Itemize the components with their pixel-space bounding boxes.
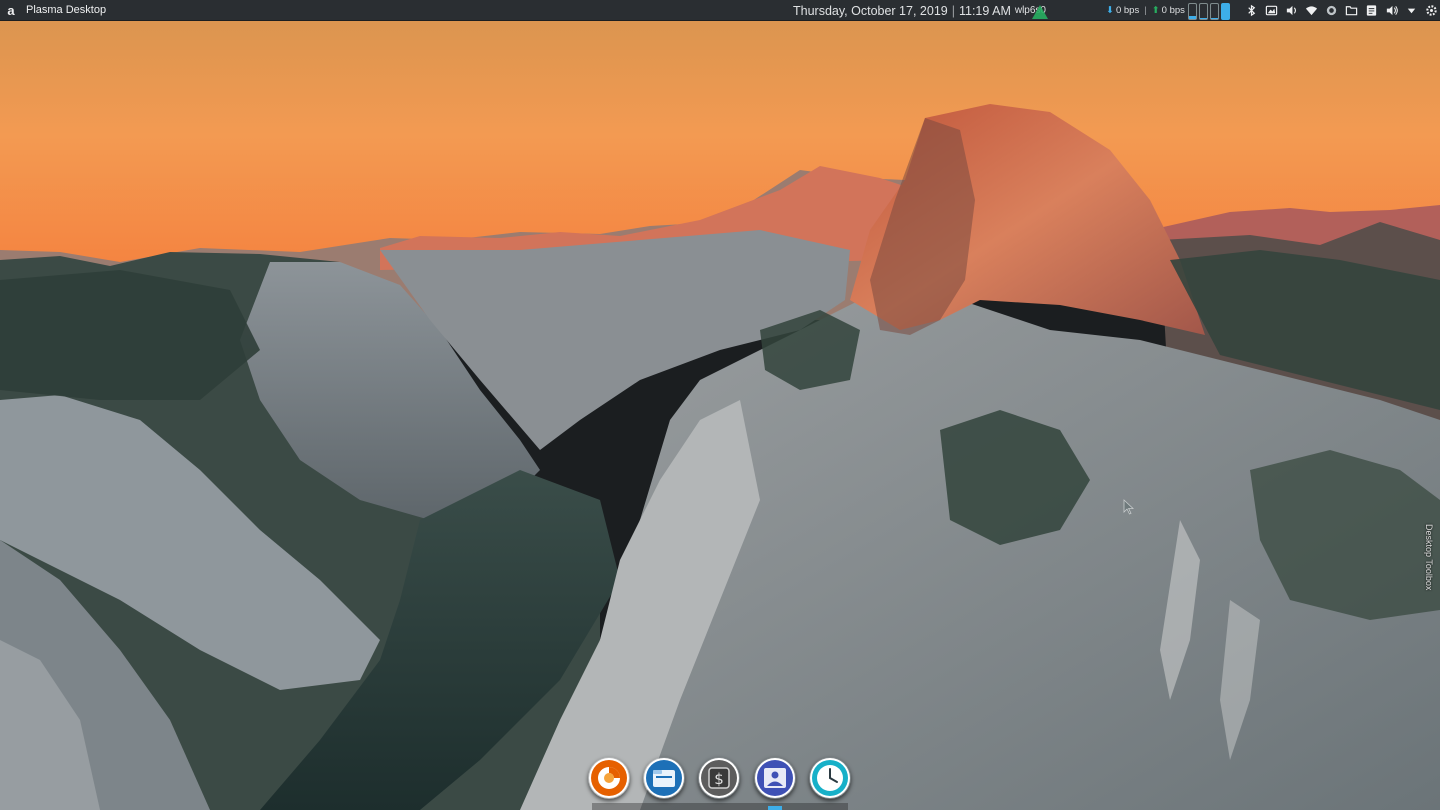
- disk-load-bar: [1221, 3, 1230, 20]
- download-speed: 0 bps: [1115, 5, 1140, 16]
- application-launcher-icon[interactable]: a: [0, 0, 22, 21]
- speed-separator: |: [1144, 5, 1147, 16]
- clock-icon[interactable]: [809, 757, 851, 799]
- active-window-title: Plasma Desktop: [26, 4, 107, 16]
- terminal-icon[interactable]: $: [698, 757, 740, 799]
- digital-clock[interactable]: Thursday, October 17, 2019 | 11:19 AM wl…: [793, 0, 1048, 21]
- bluetooth-icon[interactable]: [1244, 4, 1258, 18]
- memory-load-bar: [1199, 3, 1208, 20]
- volume-icon[interactable]: [1284, 4, 1298, 18]
- network-speed-monitor[interactable]: ⬇ 0 bps | ⬆ 0 bps: [1106, 0, 1185, 21]
- launcher-glyph: a: [7, 2, 15, 18]
- clock-separator: |: [951, 3, 955, 18]
- active-app-indicator: [768, 806, 782, 810]
- settings-icon[interactable]: [1424, 4, 1438, 18]
- desktop-toolbox-label: Desktop Toolbox: [1424, 523, 1434, 591]
- svg-text:$: $: [714, 770, 724, 788]
- notes-icon[interactable]: [1364, 4, 1378, 18]
- image-viewer-icon[interactable]: [754, 757, 796, 799]
- cpu-load-bar: [1188, 3, 1197, 20]
- dock-shelf: [592, 803, 848, 810]
- swap-load-bar: [1210, 3, 1219, 20]
- speaker-icon[interactable]: [1384, 4, 1398, 18]
- application-dock: $: [582, 752, 858, 810]
- expand-tray-icon[interactable]: [1404, 4, 1418, 18]
- upload-speed: 0 bps: [1161, 5, 1185, 16]
- updates-icon[interactable]: [1324, 4, 1338, 18]
- desktop-wallpaper: [0, 0, 1440, 810]
- system-tray: [1244, 0, 1438, 21]
- top-panel: a Plasma Desktop Thursday, October 17, 2…: [0, 0, 1440, 21]
- clock-time: 11:19 AM: [958, 3, 1011, 18]
- wifi-icon[interactable]: [1304, 4, 1318, 18]
- system-load-monitor[interactable]: [1188, 1, 1230, 20]
- desktop-toolbox-button[interactable]: Desktop Toolbox: [1422, 512, 1436, 602]
- upload-arrow-icon: ⬆: [1151, 5, 1160, 16]
- mouse-cursor-icon: [1123, 499, 1135, 515]
- download-arrow-icon: ⬇: [1106, 5, 1114, 16]
- network-activity-graph-icon: [1032, 4, 1048, 19]
- firefox-icon[interactable]: [588, 757, 630, 799]
- clock-date: Thursday, October 17, 2019: [793, 3, 948, 18]
- folder-icon[interactable]: [1344, 4, 1358, 18]
- screenshot-icon[interactable]: [1264, 4, 1278, 18]
- file-manager-icon[interactable]: [643, 757, 685, 799]
